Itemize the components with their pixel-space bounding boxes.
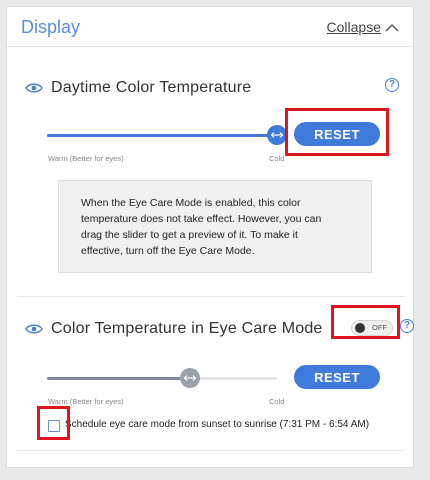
daytime-section-title: Daytime Color Temperature: [51, 79, 252, 96]
daytime-slider-min-label: Warm (Better for eyes): [48, 154, 124, 163]
eyecare-slider-max-label: Cold: [269, 397, 285, 406]
collapse-link[interactable]: Collapse: [327, 19, 399, 35]
section-divider: [17, 296, 405, 297]
daytime-slider-thumb[interactable]: [267, 125, 287, 145]
info-text-line: drag the slider to get a preview of it. …: [81, 229, 298, 241]
eyecare-help-icon[interactable]: ?: [400, 319, 414, 333]
info-text-line: effective, turn off the Eye Care Mode.: [81, 245, 255, 257]
daytime-slider-track[interactable]: [47, 125, 287, 145]
eye-icon: [25, 83, 43, 93]
page-title: Display: [21, 17, 81, 37]
info-box: When the Eye Care Mode is enabled, this …: [58, 180, 372, 273]
eyecare-title-row: Color Temperature in Eye Care Mode: [25, 320, 323, 338]
eyecare-slider-thumb[interactable]: [180, 368, 200, 388]
panel-header: Display Collapse: [7, 7, 413, 47]
eyecare-slider-track[interactable]: [47, 368, 277, 388]
eyecare-slider-min-label: Warm (Better for eyes): [48, 397, 124, 406]
display-panel: Display Collapse Daytime Color Temperatu…: [6, 6, 414, 468]
info-text-line: When the Eye Care Mode is enabled, this …: [81, 197, 301, 209]
daytime-slider-fill: [47, 134, 277, 137]
daytime-help-icon[interactable]: ?: [385, 78, 399, 92]
eye-care-toggle[interactable]: OFF: [351, 320, 393, 336]
resize-horizontal-icon: [270, 132, 284, 138]
collapse-label: Collapse: [326, 19, 381, 35]
daytime-reset-button[interactable]: RESET: [294, 122, 380, 146]
schedule-checkbox[interactable]: [48, 420, 60, 432]
eyecare-reset-button[interactable]: RESET: [294, 365, 380, 389]
eyecare-slider-fill: [47, 377, 190, 380]
info-text-line: temperature does not take effect. Howeve…: [81, 213, 322, 225]
chevron-up-icon: [385, 23, 399, 32]
daytime-slider-max-label: Cold: [269, 154, 285, 163]
section-divider: [17, 450, 405, 451]
schedule-label[interactable]: Schedule eye care mode from sunset to su…: [65, 419, 369, 430]
daytime-title-row: Daytime Color Temperature: [25, 79, 251, 97]
toggle-state-label: OFF: [372, 323, 387, 332]
eyecare-section-title: Color Temperature in Eye Care Mode: [51, 320, 323, 337]
eye-icon: [25, 324, 43, 334]
resize-horizontal-icon: [183, 375, 197, 381]
toggle-knob: [355, 323, 365, 333]
